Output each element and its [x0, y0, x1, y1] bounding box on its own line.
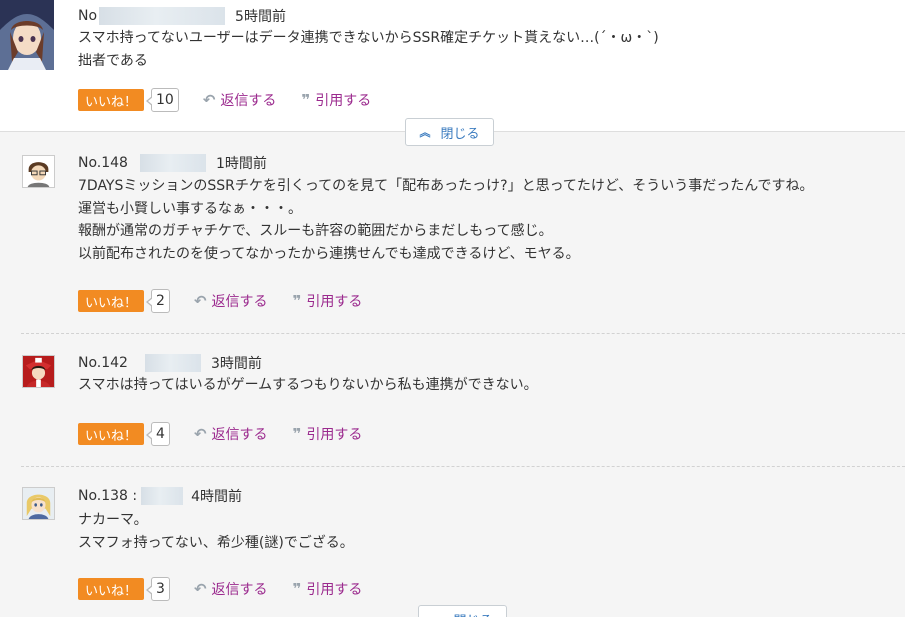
comment-line: スマホ持ってないユーザーはデータ連携できないからSSR確定チケット貰えない…(´…	[78, 30, 659, 46]
username-blurred	[99, 7, 226, 25]
quote-button[interactable]: ❞ 引用する	[293, 291, 363, 311]
comment-body: スマホは持ってはいるがゲームするつもりないから私も連携ができない。	[78, 374, 538, 397]
comment-number: No.138 :	[78, 488, 138, 504]
close-thread-button[interactable]: ︽ 閉じる	[405, 118, 494, 146]
top-comment: No 5時間前 スマホ持ってないユーザーはデータ連携できないからSSR確定チケッ…	[0, 0, 905, 131]
reply-arrow-icon: ↶	[193, 425, 207, 443]
reply-label: 返信する	[220, 93, 277, 109]
username-blurred	[141, 487, 184, 505]
avatar[interactable]	[0, 0, 54, 70]
comment-meta: No.148 1時間前	[78, 154, 267, 172]
comment-actions: いいね！ 10 ↶ 返信する ❞ 引用する	[78, 88, 371, 112]
quote-button[interactable]: ❞ 引用する	[293, 424, 363, 444]
username-blurred	[139, 154, 206, 172]
comment-line: 7DAYSミッションのSSRチケを引くってのを見て「配布あったっけ?」と思ってた…	[78, 178, 814, 194]
avatar[interactable]	[22, 155, 55, 188]
chevron-up-icon: ︽	[432, 611, 443, 617]
like-count: 4	[146, 422, 170, 446]
close-thread-button[interactable]: ︽ 閉じる	[418, 605, 507, 617]
comment-line: ナカーマ。	[78, 512, 148, 528]
comment-actions: いいね！ 4 ↶ 返信する ❞ 引用する	[78, 422, 362, 446]
comment-body: スマホ持ってないユーザーはデータ連携できないからSSR確定チケット貰えない…(´…	[78, 27, 659, 72]
avatar[interactable]	[22, 487, 55, 520]
username-blurred	[144, 354, 201, 372]
comment-line: 以前配布されたのを使ってなかったから連携せんでも達成できるけど、モヤる。	[78, 245, 580, 262]
reply-button[interactable]: ↶ 返信する	[194, 579, 268, 599]
reply-label: 返信する	[211, 427, 268, 443]
comment-line: スマフォ持ってない、希少種(謎)でござる。	[78, 534, 354, 551]
comment-time: 4時間前	[191, 489, 243, 505]
like-count: 2	[146, 289, 170, 313]
comment-meta: No.142 3時間前	[78, 354, 262, 372]
quote-button[interactable]: ❞ 引用する	[301, 90, 371, 110]
comment-line: 運営も小賢しい事するなぁ・・・。	[78, 200, 302, 217]
comment-number: No.148	[78, 155, 128, 171]
reply-divider	[21, 333, 905, 334]
like-count: 3	[146, 577, 170, 601]
comment-time: 5時間前	[235, 9, 286, 25]
like-count: 10	[146, 88, 179, 112]
comment-time: 3時間前	[210, 356, 262, 372]
comment-line: 報酬が通常のガチャチケで、スルーも許容の範囲だからまだしもって感じ。	[78, 223, 553, 239]
quote-label: 引用する	[306, 427, 363, 443]
quote-label: 引用する	[306, 294, 363, 310]
comment-body: 7DAYSミッションのSSRチケを引くってのを見て「配布あったっけ?」と思ってた…	[78, 175, 814, 265]
comment-meta: No.138 : 4時間前	[78, 487, 242, 505]
comment-actions: いいね！ 3 ↶ 返信する ❞ 引用する	[78, 577, 362, 601]
like-button[interactable]: いいね！	[78, 290, 145, 312]
like-button[interactable]: いいね！	[78, 89, 145, 111]
chevron-up-icon: ︽	[419, 126, 431, 139]
quote-label: 引用する	[306, 582, 363, 598]
reply-divider	[21, 466, 905, 467]
comment-number: No	[78, 8, 98, 24]
quote-icon: ❞	[292, 580, 302, 598]
reply-arrow-icon: ↶	[193, 292, 207, 310]
comment-body: ナカーマ。 スマフォ持ってない、希少種(謎)でござる。	[78, 509, 354, 554]
comment-actions: いいね！ 2 ↶ 返信する ❞ 引用する	[78, 289, 362, 313]
quote-icon: ❞	[292, 425, 302, 443]
close-label: 閉じる	[440, 126, 480, 142]
reply-arrow-icon: ↶	[193, 580, 207, 598]
quote-label: 引用する	[315, 93, 372, 109]
quote-icon: ❞	[292, 292, 302, 310]
quote-button[interactable]: ❞ 引用する	[293, 579, 363, 599]
reply-arrow-icon: ↶	[202, 91, 216, 109]
comment-time: 1時間前	[215, 156, 267, 172]
comment-meta: No 5時間前	[78, 7, 286, 25]
reply-label: 返信する	[211, 582, 268, 598]
reply-button[interactable]: ↶ 返信する	[194, 291, 268, 311]
close-label: 閉じる	[453, 610, 492, 617]
comment-line: 拙者である	[78, 52, 148, 69]
comment-number: No.142	[78, 355, 128, 371]
like-button[interactable]: いいね！	[78, 578, 145, 600]
reply-button[interactable]: ↶ 返信する	[194, 424, 268, 444]
like-button[interactable]: いいね！	[78, 423, 145, 445]
quote-icon: ❞	[301, 91, 311, 109]
reply-label: 返信する	[211, 294, 268, 310]
comment-line: スマホは持ってはいるがゲームするつもりないから私も連携ができない。	[78, 377, 538, 393]
avatar[interactable]	[22, 355, 55, 388]
reply-button[interactable]: ↶ 返信する	[203, 90, 277, 110]
